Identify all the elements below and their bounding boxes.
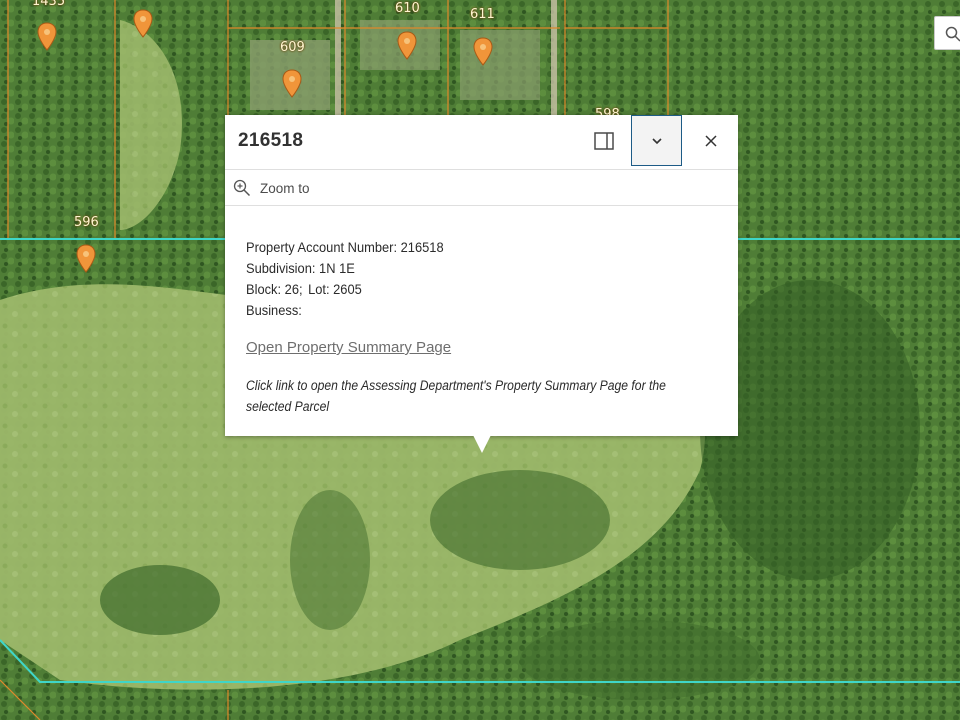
popup-header: 216518 [225, 115, 738, 170]
location-marker-icon[interactable] [132, 9, 154, 39]
popup-actions: Zoom to [225, 170, 738, 206]
zoom-in-icon [233, 179, 251, 197]
location-marker-icon[interactable] [281, 69, 303, 99]
location-marker-icon[interactable] [75, 244, 97, 274]
account-number: Property Account Number: 216518 [246, 239, 444, 255]
search-icon [945, 26, 960, 42]
search-button[interactable] [934, 16, 960, 50]
location-marker-icon[interactable] [472, 37, 494, 67]
business: Business: [246, 302, 302, 318]
popup-title: 216518 [238, 130, 304, 151]
location-marker-icon[interactable] [36, 22, 58, 52]
block: Block: 26; [246, 281, 303, 297]
lot: Lot: 2605 [308, 281, 362, 297]
collapse-button[interactable] [631, 115, 682, 166]
location-marker-icon[interactable] [396, 31, 418, 61]
zoom-to-label: Zoom to [260, 180, 310, 196]
dock-button[interactable] [578, 115, 630, 167]
close-button[interactable] [685, 115, 737, 167]
popup-note: Click link to open the Assessing Departm… [246, 378, 666, 414]
popup-pointer [473, 435, 491, 453]
close-icon [705, 135, 717, 147]
parcel-label: 596 [74, 215, 99, 230]
popup-content: Property Account Number: 216518 Subdivis… [246, 237, 726, 321]
dock-icon [594, 132, 614, 150]
parcel-label: 611 [470, 7, 495, 22]
parcel-label: 610 [395, 1, 420, 16]
parcel-label: 609 [280, 40, 305, 55]
zoom-to-button[interactable]: Zoom to [233, 176, 310, 200]
property-summary-link[interactable]: Open Property Summary Page [246, 339, 451, 356]
parcel-label: 1435 [32, 0, 66, 9]
feature-popup: 216518 Zoom to Property Account Number: … [225, 115, 738, 436]
subdivision: Subdivision: 1N 1E [246, 260, 355, 276]
block-lot: Block: 26; Lot: 2605 [246, 279, 688, 300]
chevron-down-icon [651, 137, 662, 144]
